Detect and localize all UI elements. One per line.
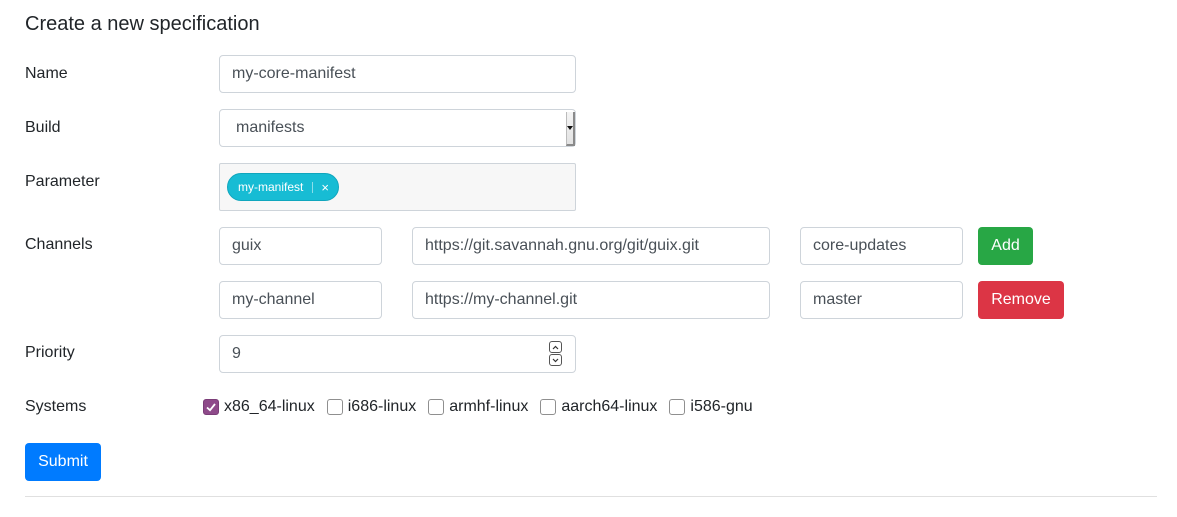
checkbox[interactable]	[540, 399, 557, 415]
submit-button[interactable]: Submit	[25, 443, 101, 481]
checkbox-checked[interactable]	[203, 399, 219, 415]
system-option-label: aarch64-linux	[561, 398, 658, 415]
systems-label: Systems	[25, 398, 87, 415]
checkbox[interactable]	[326, 399, 343, 415]
stepper-down-icon[interactable]	[549, 354, 562, 366]
build-select-value: manifests	[236, 119, 305, 136]
page-title: Create a new specification	[25, 13, 260, 35]
tag-separator	[312, 181, 314, 193]
system-option-i586-gnu[interactable]: i586-gnu	[669, 398, 753, 416]
tag-remove-icon[interactable]: ×	[321, 181, 329, 194]
channel-name-input[interactable]	[219, 281, 382, 319]
parameter-tag: my-manifest ×	[227, 173, 339, 201]
stepper-up-icon[interactable]	[549, 341, 562, 353]
channel-name-input[interactable]	[219, 227, 382, 265]
system-option-label: i686-linux	[347, 398, 417, 415]
parameter-tag-text: my-manifest	[238, 180, 304, 194]
build-label: Build	[25, 119, 61, 136]
systems-checkbox-group: x86_64-linux i686-linux armhf-linux aarc…	[203, 398, 765, 416]
check-icon	[206, 403, 216, 412]
channel-branch-input[interactable]	[800, 227, 963, 265]
channel-branch-input[interactable]	[800, 281, 963, 319]
system-option-label: x86_64-linux	[224, 398, 315, 415]
remove-channel-button[interactable]: Remove	[978, 281, 1064, 319]
name-input[interactable]	[219, 55, 576, 93]
build-select[interactable]: manifests	[219, 109, 576, 147]
channels-label: Channels	[25, 236, 93, 253]
parameter-label: Parameter	[25, 173, 100, 190]
system-option-x86_64-linux[interactable]: x86_64-linux	[203, 398, 315, 416]
channel-url-input[interactable]	[412, 281, 770, 319]
priority-stepper[interactable]	[549, 341, 563, 367]
checkbox[interactable]	[428, 399, 445, 415]
checkbox[interactable]	[669, 399, 686, 415]
system-option-label: armhf-linux	[449, 398, 529, 415]
select-dropdown-arrow-icon[interactable]	[566, 112, 575, 146]
priority-value: 9	[232, 345, 241, 362]
channel-url-input[interactable]	[412, 227, 770, 265]
priority-input[interactable]: 9	[219, 335, 576, 373]
add-channel-button[interactable]: Add	[978, 227, 1033, 265]
priority-label: Priority	[25, 344, 75, 361]
name-label: Name	[25, 65, 68, 82]
system-option-armhf-linux[interactable]: armhf-linux	[428, 398, 528, 416]
parameter-tag-input[interactable]: my-manifest ×	[219, 163, 576, 211]
divider	[25, 496, 1157, 497]
system-option-label: i586-gnu	[690, 398, 753, 415]
system-option-aarch64-linux[interactable]: aarch64-linux	[540, 398, 657, 416]
system-option-i686-linux[interactable]: i686-linux	[326, 398, 417, 416]
